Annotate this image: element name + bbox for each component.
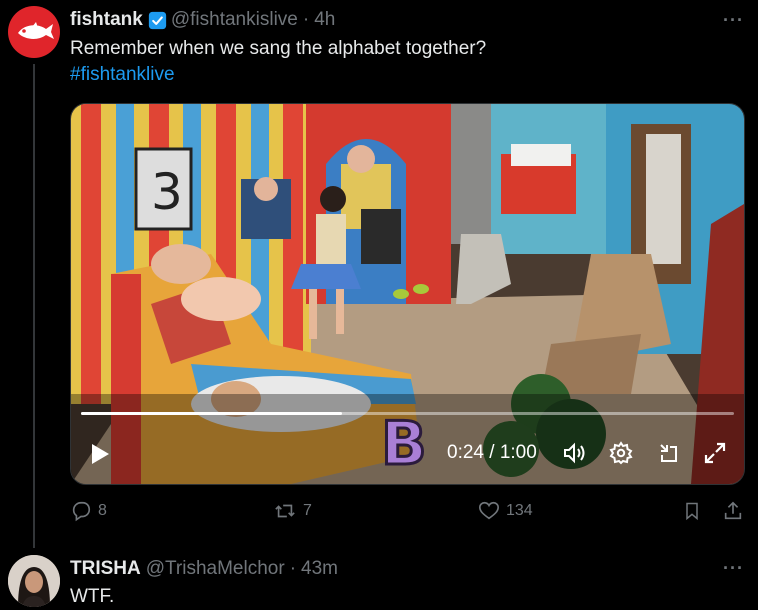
like-button[interactable]: 134 [478, 500, 533, 522]
tweet-actions: 8 7 134 [70, 498, 750, 528]
video-player[interactable]: 3 B 0:24 / 1:00 [70, 103, 745, 485]
reply-header: TRISHA @TrishaMelchor · 43m [70, 557, 338, 581]
reply-count: 8 [98, 502, 107, 519]
reply-display-name[interactable]: TRISHA [70, 557, 141, 581]
video-time-readout: 0:24 / 1:00 [447, 442, 537, 463]
more-options-icon[interactable]: ··· [723, 10, 744, 31]
reply-handle[interactable]: @TrishaMelchor [146, 557, 285, 581]
verified-badge-icon [148, 11, 166, 29]
reply-more-options-icon[interactable]: ··· [723, 558, 744, 579]
reply-button[interactable]: 8 [70, 500, 107, 522]
settings-icon[interactable] [609, 441, 633, 470]
display-name[interactable]: fishtank [70, 8, 143, 32]
separator: · [302, 9, 310, 30]
reply-timestamp[interactable]: 43m [301, 557, 338, 581]
svg-text:3: 3 [151, 163, 183, 221]
timestamp[interactable]: 4h [314, 8, 335, 32]
repost-count: 7 [303, 502, 312, 519]
fullscreen-icon[interactable] [703, 441, 727, 470]
share-button[interactable] [722, 500, 750, 522]
bookmark-button[interactable] [682, 500, 708, 522]
fish-logo-icon [18, 22, 54, 39]
tweet-text: Remember when we sang the alphabet toget… [70, 38, 487, 59]
fishtank-avatar[interactable] [8, 6, 60, 58]
picture-in-picture-icon[interactable] [657, 441, 681, 470]
repost-icon [275, 504, 295, 518]
trisha-avatar[interactable] [8, 555, 60, 607]
tweet-header: fishtank @fishtankislive · 4h [70, 8, 335, 32]
user-portrait-icon [8, 555, 60, 607]
video-progress-fill [81, 412, 343, 415]
handle[interactable]: @fishtankislive [171, 8, 298, 32]
volume-icon[interactable] [561, 440, 587, 471]
reply-separator: · [289, 558, 297, 579]
repost-button[interactable]: 7 [273, 500, 312, 522]
reply-icon [72, 501, 91, 522]
reply-text: WTF. [70, 586, 115, 607]
bookmark-icon [686, 502, 698, 521]
thread-line [33, 64, 35, 548]
like-count: 134 [506, 502, 533, 519]
heart-icon [479, 501, 499, 520]
play-icon[interactable] [89, 442, 111, 471]
share-icon [724, 501, 742, 520]
video-progress-bar[interactable] [81, 412, 734, 415]
hashtag-link[interactable]: #fishtanklive [70, 62, 175, 88]
video-overlay-letter: B [380, 408, 429, 481]
